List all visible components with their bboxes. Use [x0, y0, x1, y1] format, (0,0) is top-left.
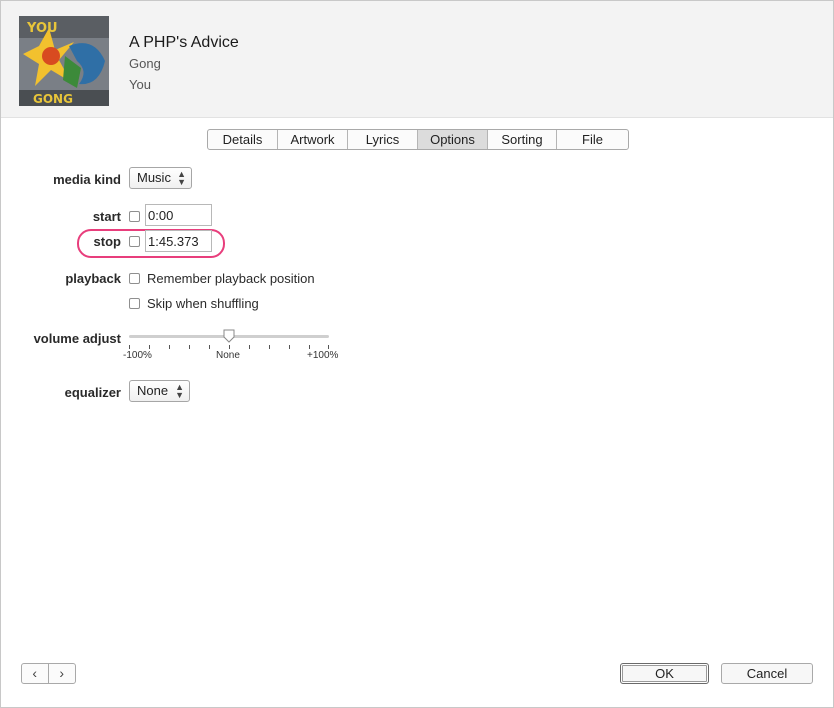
remember-position-label[interactable]: Remember playback position: [147, 271, 315, 286]
volume-adjust-label: volume adjust: [33, 331, 121, 346]
volume-mid-label: None: [216, 350, 240, 361]
start-checkbox[interactable]: [129, 211, 140, 222]
volume-tick: [269, 345, 270, 349]
equalizer-select[interactable]: None ▲ ▼: [129, 380, 190, 402]
skip-shuffling-checkbox[interactable]: [129, 298, 140, 309]
media-kind-label: media kind: [53, 172, 121, 187]
tab-file[interactable]: File: [557, 130, 628, 149]
playback-label: playback: [65, 271, 121, 286]
volume-tick: [189, 345, 190, 349]
equalizer-label: equalizer: [64, 385, 121, 400]
track-navigation: ‹ ›: [21, 663, 76, 684]
volume-tick: [289, 345, 290, 349]
start-label: start: [92, 209, 121, 224]
track-artist: Gong: [129, 56, 161, 71]
stop-time-field[interactable]: [145, 230, 212, 252]
volume-tick: [249, 345, 250, 349]
media-kind-select[interactable]: Music ▲ ▼: [129, 167, 192, 189]
chevron-left-icon[interactable]: ‹: [22, 664, 49, 683]
volume-tick: [229, 345, 230, 349]
track-header: YOU GONG A PHP's Advice Gong You: [1, 1, 833, 118]
volume-slider-thumb[interactable]: [223, 329, 235, 343]
track-title: A PHP's Advice: [129, 34, 239, 51]
artwork-top-text: YOU: [26, 21, 58, 36]
chevron-right-icon[interactable]: ›: [49, 664, 75, 683]
tab-bar: Details Artwork Lyrics Options Sorting F…: [207, 129, 629, 150]
media-kind-value: Music: [137, 170, 171, 185]
volume-tick: [309, 345, 310, 349]
tab-details[interactable]: Details: [208, 130, 278, 149]
artwork-bottom-text: GONG: [33, 92, 73, 106]
tab-sorting[interactable]: Sorting: [488, 130, 557, 149]
volume-tick: [129, 345, 130, 349]
track-album: You: [129, 77, 151, 92]
album-artwork: YOU GONG: [19, 16, 109, 106]
ok-button[interactable]: OK: [620, 663, 709, 684]
tab-lyrics[interactable]: Lyrics: [348, 130, 418, 149]
track-info-dialog: YOU GONG A PHP's Advice Gong You Details…: [0, 0, 834, 708]
volume-tick: [328, 345, 329, 349]
remember-position-checkbox[interactable]: [129, 273, 140, 284]
start-time-field[interactable]: [145, 204, 212, 226]
equalizer-value: None: [137, 383, 169, 398]
tab-artwork[interactable]: Artwork: [278, 130, 348, 149]
stop-label: stop: [93, 234, 121, 249]
updown-chevron-icon: ▲ ▼: [177, 169, 186, 187]
updown-chevron-icon: ▲ ▼: [175, 382, 184, 400]
stop-checkbox[interactable]: [129, 236, 140, 247]
cancel-button[interactable]: Cancel: [721, 663, 813, 684]
volume-tick: [149, 345, 150, 349]
volume-max-label: +100%: [307, 350, 339, 361]
volume-min-label: -100%: [123, 350, 152, 361]
volume-tick: [209, 345, 210, 349]
skip-shuffling-label[interactable]: Skip when shuffling: [147, 296, 259, 311]
tab-options[interactable]: Options: [418, 130, 488, 149]
volume-tick: [169, 345, 170, 349]
